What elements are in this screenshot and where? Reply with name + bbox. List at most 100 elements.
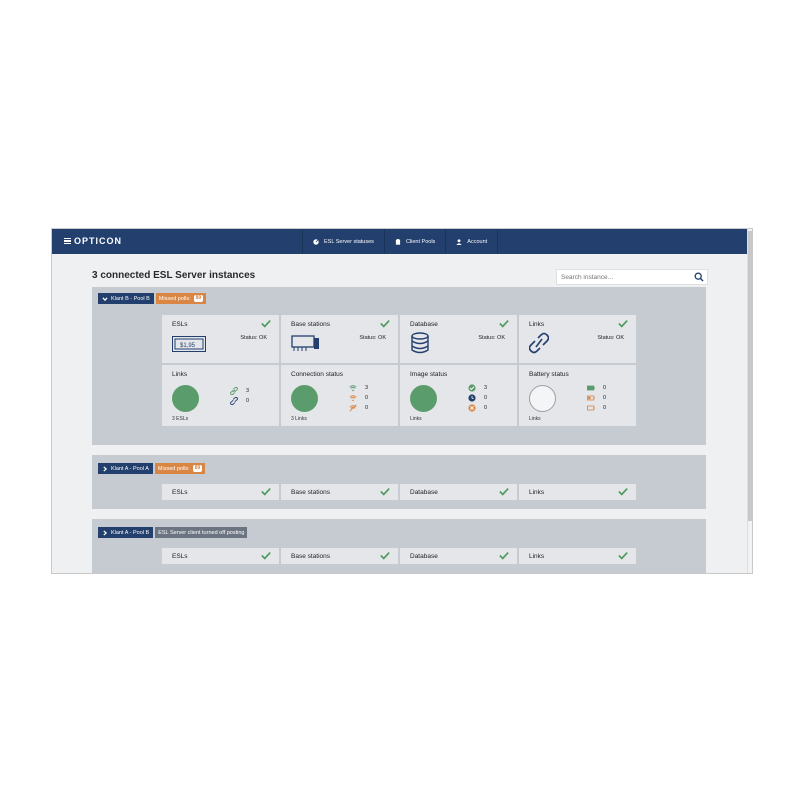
links-status-card[interactable]: Links Status: OK xyxy=(519,315,636,363)
database-status-card[interactable]: Database Status: OK xyxy=(400,315,517,363)
stat-row: 0 xyxy=(349,393,368,403)
connection-status-circle xyxy=(291,385,318,412)
chevron-right-icon xyxy=(103,529,108,536)
stat-row: 3 xyxy=(349,383,368,393)
check-circle-icon xyxy=(468,384,476,392)
card-footer: Links xyxy=(529,416,541,422)
pool-name: Klant A - Pool B xyxy=(111,529,150,536)
check-icon xyxy=(380,488,390,496)
database-status-strip[interactable]: Database xyxy=(400,548,517,564)
battery-stats: 0 0 0 xyxy=(587,383,606,413)
image-status-card[interactable]: Image status 3 0 0 Links xyxy=(400,365,517,426)
stat-row: 0 xyxy=(468,393,487,403)
stat-value: 0 xyxy=(365,405,369,411)
card-footer: 3 ESLs xyxy=(172,416,189,422)
pending-circle-icon xyxy=(468,394,476,402)
wifi-off-icon xyxy=(349,404,357,412)
card-footer: Links xyxy=(410,416,422,422)
nav-label: ESL Server statuses xyxy=(324,238,374,245)
base-stations-status-strip[interactable]: Base stations xyxy=(281,548,398,564)
card-title: Links xyxy=(172,371,188,378)
page-title: 3 connected ESL Server instances xyxy=(92,270,256,281)
instance-header: Klant A - Pool A Missed polls: 89 xyxy=(98,463,206,474)
esls-status-strip[interactable]: ESLs xyxy=(162,484,279,500)
error-circle-icon xyxy=(468,404,476,412)
stat-value: 3 xyxy=(484,385,488,391)
battery-status-card[interactable]: Battery status 0 0 0 Links xyxy=(519,365,636,426)
clipboard-icon xyxy=(395,238,401,245)
nav-esl-server-statuses[interactable]: ESL Server statuses xyxy=(302,229,384,254)
card-title: ESLs xyxy=(172,489,188,496)
links-detail-card[interactable]: Links 3 0 3 ESLs xyxy=(162,365,279,426)
badge-label: Missed polls: xyxy=(158,295,191,302)
card-title: Base stations xyxy=(291,553,331,560)
nav-account[interactable]: Account xyxy=(445,229,499,254)
card-title: Connection status xyxy=(291,371,344,378)
check-icon xyxy=(261,552,271,560)
vertical-scrollbar[interactable] xyxy=(747,229,752,573)
card-title: Links xyxy=(529,321,545,328)
status-text: Status: OK xyxy=(240,335,267,341)
top-navigation-bar: OPTICON ESL Server statuses Client Pools… xyxy=(52,229,749,254)
badge-label: ESL Server client turned off posting xyxy=(158,529,245,536)
stat-value: 0 xyxy=(603,405,607,411)
base-station-icon xyxy=(291,335,319,351)
search-input[interactable] xyxy=(557,273,695,281)
browser-window: OPTICON ESL Server statuses Client Pools… xyxy=(51,228,753,574)
stat-row: 3 xyxy=(230,386,249,396)
wifi-good-icon xyxy=(349,385,357,392)
instance-header: Klant B - Pool B Missed polls: 89 xyxy=(98,293,207,304)
pool-toggle-button[interactable]: Klant B - Pool B xyxy=(98,293,154,304)
brand-logo[interactable]: OPTICON xyxy=(64,236,122,246)
card-title: Links xyxy=(529,553,545,560)
links-status-strip[interactable]: Links xyxy=(519,548,636,564)
instance-panel: Klant B - Pool B Missed polls: 89 ESLs $… xyxy=(92,287,706,445)
esls-status-card[interactable]: ESLs $1,95 Status: OK xyxy=(162,315,279,363)
check-icon xyxy=(261,320,271,328)
menu-icon[interactable] xyxy=(64,238,71,244)
stat-value: 3 xyxy=(365,385,369,391)
connection-status-card[interactable]: Connection status 3 0 0 3 Links xyxy=(281,365,398,426)
database-icon xyxy=(411,332,429,354)
check-icon xyxy=(380,320,390,328)
esl-label-icon: $1,95 xyxy=(172,336,206,352)
card-title: Base stations xyxy=(291,489,331,496)
base-stations-status-strip[interactable]: Base stations xyxy=(281,484,398,500)
instance-header: Klant A - Pool B ESL Server client turne… xyxy=(98,527,248,538)
scrollbar-thumb[interactable] xyxy=(748,231,752,521)
nav-client-pools[interactable]: Client Pools xyxy=(383,229,445,254)
instance-panel: Klant A - Pool B ESL Server client turne… xyxy=(92,519,706,573)
stat-value: 0 xyxy=(365,395,369,401)
links-status-strip[interactable]: Links xyxy=(519,484,636,500)
missed-polls-count: 89 xyxy=(192,465,203,472)
search-box xyxy=(556,269,708,285)
instance-panel: Klant A - Pool A Missed polls: 89 ESLs B… xyxy=(92,455,706,509)
pool-toggle-button[interactable]: Klant A - Pool B xyxy=(98,527,154,538)
nav-label: Account xyxy=(467,238,488,245)
stat-row: 0 xyxy=(468,403,487,413)
stat-row: 0 xyxy=(349,403,368,413)
check-icon xyxy=(618,488,628,496)
chevron-down-icon xyxy=(102,296,108,301)
database-status-strip[interactable]: Database xyxy=(400,484,517,500)
main-nav: ESL Server statuses Client Pools Account xyxy=(302,229,499,254)
dashboard-icon xyxy=(313,238,319,245)
pool-name: Klant B - Pool B xyxy=(111,295,150,302)
search-icon[interactable] xyxy=(694,272,704,282)
stat-value: 0 xyxy=(484,395,488,401)
stat-value: 0 xyxy=(603,395,607,401)
base-stations-status-card[interactable]: Base stations Status: OK xyxy=(281,315,398,363)
card-title: Base stations xyxy=(291,321,331,328)
battery-low-icon xyxy=(587,395,595,401)
esls-status-strip[interactable]: ESLs xyxy=(162,548,279,564)
image-status-circle xyxy=(410,385,437,412)
check-icon xyxy=(618,552,628,560)
battery-full-icon xyxy=(587,385,595,391)
stat-row: 0 xyxy=(230,396,249,406)
missed-polls-badge: Missed polls: 89 xyxy=(155,293,207,304)
links-stats: 3 0 xyxy=(230,386,249,406)
status-strip-row: ESLs Base stations Database Links xyxy=(162,548,636,564)
stat-value: 0 xyxy=(603,385,607,391)
card-title: Database xyxy=(410,321,438,328)
pool-toggle-button[interactable]: Klant A - Pool A xyxy=(98,463,153,474)
